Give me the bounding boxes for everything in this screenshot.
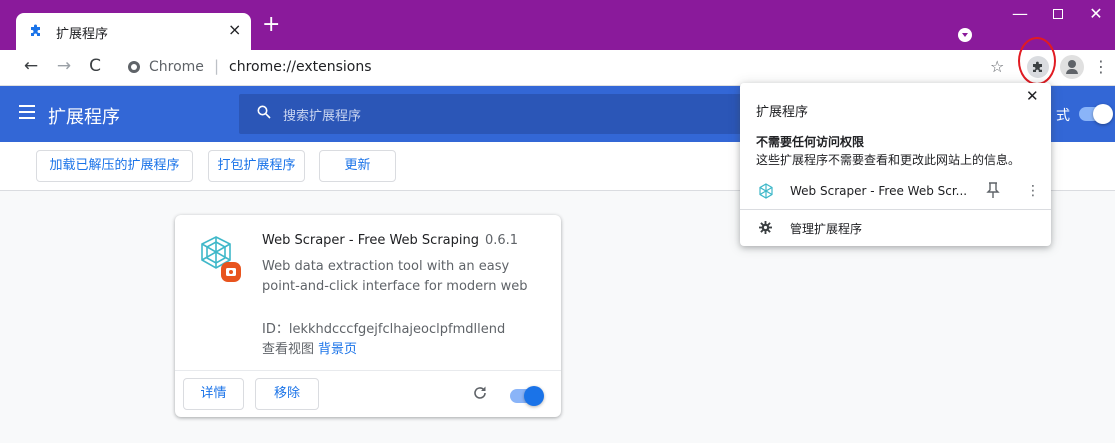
puzzle-icon — [31, 24, 40, 36]
inspect-views: 查看视图 背景页 — [262, 338, 357, 357]
kebab-menu-icon[interactable]: ⋮ — [1093, 56, 1109, 78]
manage-extensions-label: 管理扩展程序 — [790, 222, 863, 236]
card-divider — [175, 370, 561, 371]
tab-search-icon[interactable] — [958, 28, 972, 42]
back-button[interactable]: ← — [20, 56, 42, 76]
reload-icon[interactable] — [472, 385, 488, 401]
browser-tab[interactable]: 扩展程序 × — [16, 13, 251, 50]
tab-close-icon[interactable]: × — [228, 20, 241, 39]
popup-close-icon[interactable]: ✕ — [1026, 87, 1039, 105]
menu-icon[interactable] — [19, 105, 35, 119]
popup-extension-row[interactable]: Web Scraper - Free Web Scr... ⋮ — [740, 176, 1051, 208]
reload-button[interactable]: C — [84, 56, 106, 76]
pin-icon[interactable] — [986, 181, 1000, 199]
highlight-circle — [1018, 37, 1056, 85]
toggle-knob — [524, 386, 544, 406]
extension-version: 0.6.1 — [485, 233, 519, 248]
page-title: 扩展程序 — [48, 107, 120, 128]
extension-card: Web Scraper - Free Web Scraping 0.6.1 Web… — [175, 215, 561, 417]
update-button[interactable]: 更新 — [319, 150, 396, 182]
manage-extensions-item[interactable]: 管理扩展程序 — [740, 214, 1051, 242]
toggle-knob — [1093, 104, 1113, 124]
popup-extension-menu-icon[interactable]: ⋮ — [1026, 182, 1040, 200]
chrome-site-icon — [128, 61, 140, 73]
title-bar: 扩展程序 × + — ✕ — [0, 0, 1115, 50]
developer-mode-toggle[interactable] — [1079, 104, 1113, 124]
extensions-popup: 扩展程序 ✕ 不需要任何访问权限 这些扩展程序不需要查看和更改此网站上的信息。 … — [740, 83, 1051, 246]
extension-description: Web data extraction tool with an easy po… — [262, 259, 528, 294]
popup-title: 扩展程序 — [756, 105, 809, 120]
address-bar[interactable]: Chrome | chrome://extensions — [116, 53, 984, 81]
search-placeholder: 搜索扩展程序 — [283, 109, 362, 124]
popup-extension-name: Web Scraper - Free Web Scr... — [790, 184, 968, 198]
load-unpacked-button[interactable]: 加载已解压的扩展程序 — [36, 150, 193, 182]
avatar-icon[interactable] — [1060, 55, 1084, 79]
remove-button[interactable]: 移除 — [255, 378, 319, 410]
site-name: Chrome — [149, 59, 204, 75]
close-window-button[interactable]: ✕ — [1086, 4, 1106, 24]
popup-section-description: 这些扩展程序不需要查看和更改此网站上的信息。 — [756, 153, 1021, 167]
gear-icon — [759, 221, 772, 234]
search-input[interactable]: 搜索扩展程序 — [239, 94, 759, 134]
extension-enable-toggle[interactable] — [510, 386, 544, 406]
background-page-link[interactable]: 背景页 — [318, 342, 357, 357]
tab-title: 扩展程序 — [56, 27, 109, 42]
url-text[interactable]: chrome://extensions — [229, 59, 372, 75]
popup-divider — [740, 209, 1051, 210]
extension-name-text: Web Scraper - Free Web Scraping — [262, 233, 479, 248]
search-icon — [257, 105, 271, 119]
pack-extension-button[interactable]: 打包扩展程序 — [208, 150, 305, 182]
inspect-views-label: 查看视图 — [262, 342, 315, 357]
forward-button[interactable]: → — [53, 56, 75, 76]
minimize-button[interactable]: — — [1010, 4, 1030, 24]
browser-toolbar: ← → C Chrome | chrome://extensions ☆ ⋮ — [0, 50, 1115, 86]
developer-mode-label: 式 — [1056, 108, 1070, 124]
maximize-icon — [1053, 9, 1063, 19]
star-icon[interactable]: ☆ — [990, 57, 1004, 76]
url-separator: | — [214, 57, 220, 75]
extension-name: Web Scraper - Free Web Scraping 0.6.1 — [262, 233, 518, 248]
new-tab-button[interactable]: + — [262, 14, 280, 36]
web-scraper-logo-icon — [201, 236, 241, 282]
details-button[interactable]: 详情 — [183, 378, 244, 410]
maximize-button[interactable] — [1048, 4, 1068, 24]
web-scraper-icon — [759, 183, 773, 199]
popup-section-title: 不需要任何访问权限 — [756, 135, 865, 149]
extension-id: ID：lekkhdcccfgejfclhajeoclpfmdllend — [262, 322, 506, 337]
